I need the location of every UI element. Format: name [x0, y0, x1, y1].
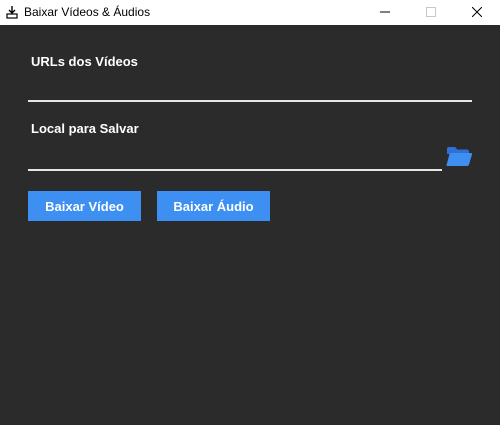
maximize-icon	[426, 4, 436, 22]
download-app-icon	[6, 5, 18, 19]
save-location-label: Local para Salvar	[31, 121, 139, 136]
minimize-button[interactable]	[362, 0, 408, 25]
save-location-input[interactable]	[28, 149, 442, 171]
main-panel: URLs dos Vídeos Local para Salvar Baixar…	[0, 25, 500, 425]
download-audio-button[interactable]: Baixar Áudio	[157, 191, 270, 221]
title-bar: Baixar Vídeos & Áudios	[0, 0, 500, 25]
urls-input[interactable]	[28, 80, 472, 102]
urls-label: URLs dos Vídeos	[31, 54, 138, 69]
maximize-button[interactable]	[408, 0, 454, 25]
download-video-button[interactable]: Baixar Vídeo	[28, 191, 141, 221]
close-button[interactable]	[454, 0, 500, 25]
minimize-icon	[380, 4, 390, 22]
window-title: Baixar Vídeos & Áudios	[24, 5, 151, 19]
folder-icon	[445, 147, 473, 173]
browse-folder-button[interactable]	[445, 145, 473, 169]
close-icon	[471, 4, 483, 22]
